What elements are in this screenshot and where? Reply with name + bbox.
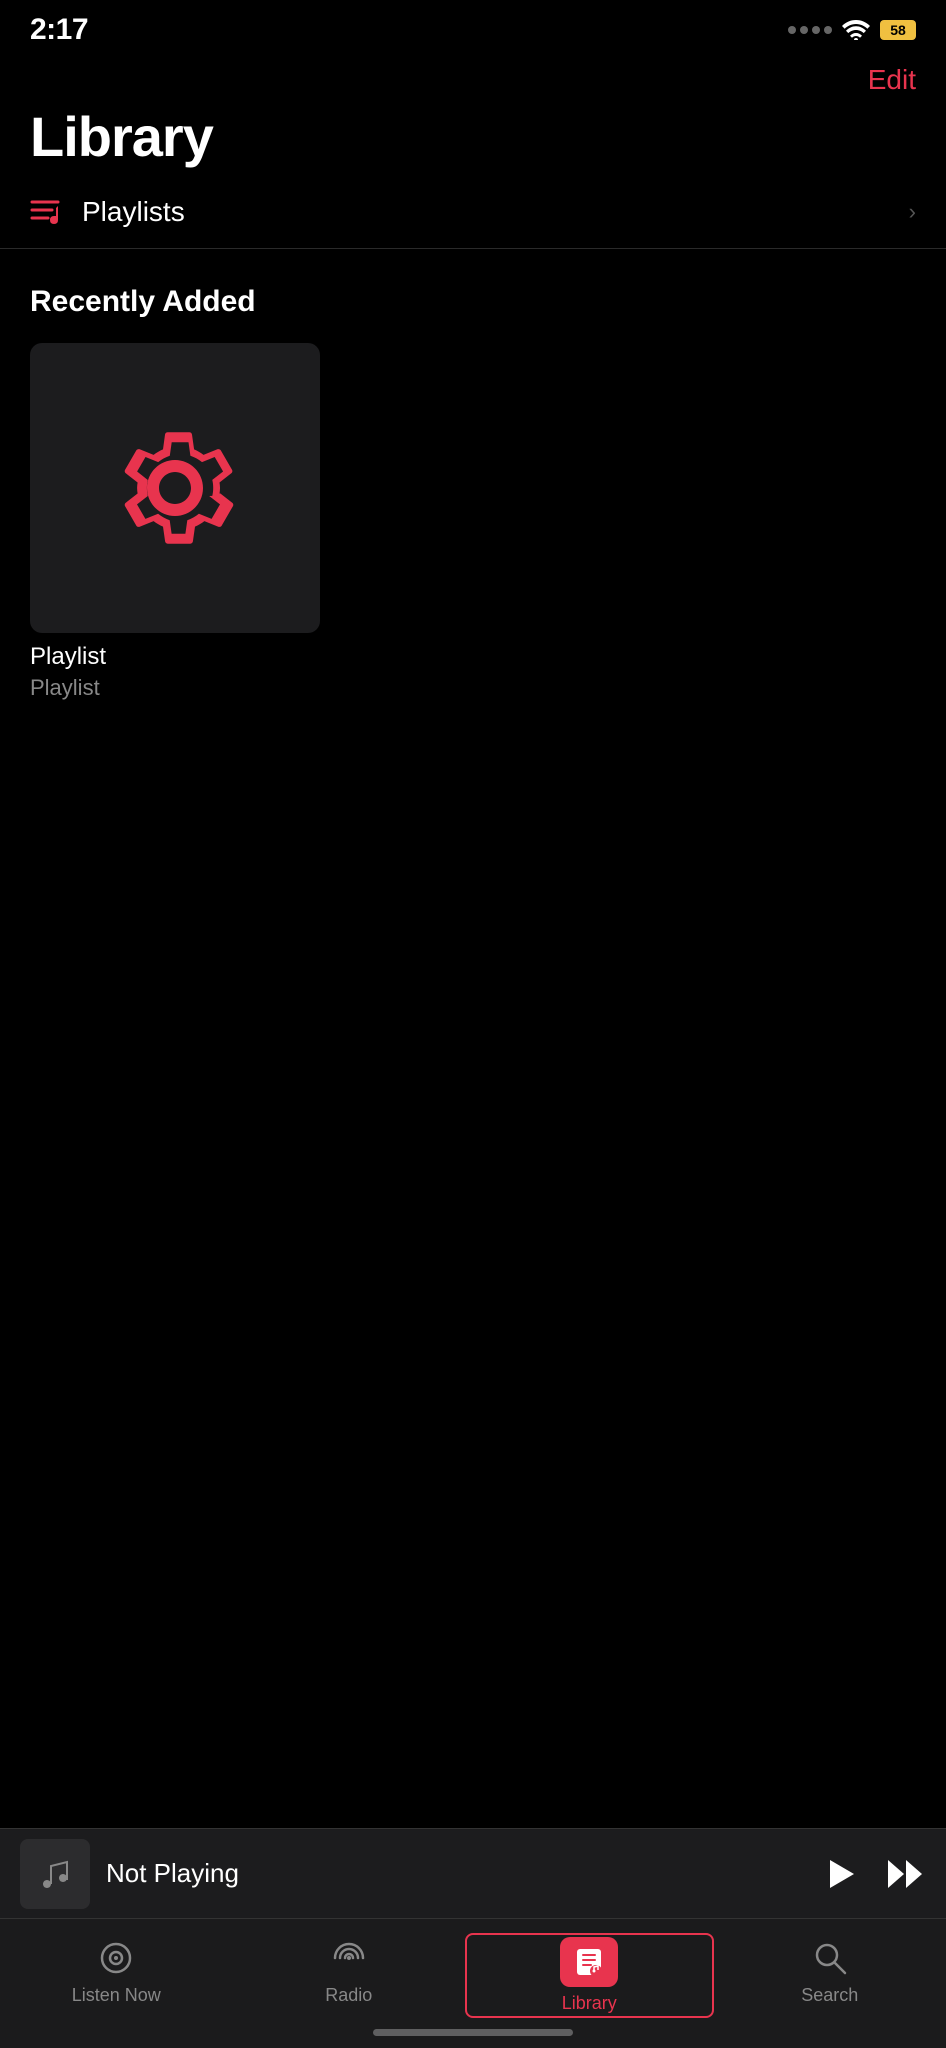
mini-player[interactable]: Not Playing: [0, 1828, 946, 1918]
album-subtitle: Playlist: [30, 675, 320, 701]
fast-forward-icon: [886, 1856, 926, 1892]
tab-radio[interactable]: Radio: [233, 1933, 466, 2006]
tab-listen-now-label: Listen Now: [72, 1985, 161, 2006]
header-area: Edit: [0, 54, 946, 96]
playlists-row[interactable]: Playlists ›: [0, 168, 946, 249]
tab-library-label: Library: [562, 1993, 617, 2014]
tab-search[interactable]: Search: [714, 1933, 946, 2006]
wifi-icon: [842, 20, 870, 40]
library-icon: [573, 1945, 605, 1979]
mini-player-art: [20, 1839, 90, 1909]
gear-icon: [100, 413, 250, 563]
tab-listen-now[interactable]: Listen Now: [0, 1933, 233, 2006]
play-icon: [822, 1856, 858, 1892]
play-button[interactable]: [822, 1856, 858, 1892]
page-title: Library: [0, 96, 946, 168]
status-time: 2:17: [30, 13, 88, 47]
tab-library[interactable]: Library: [465, 1933, 714, 2018]
radio-icon-wrap: [324, 1937, 374, 1979]
mini-player-title: Not Playing: [106, 1858, 806, 1889]
status-icons: 58: [788, 20, 916, 40]
playlists-left: Playlists: [30, 196, 185, 228]
fast-forward-button[interactable]: [886, 1856, 926, 1892]
album-item[interactable]: Playlist Playlist: [30, 343, 320, 701]
search-icon-wrap: [805, 1937, 855, 1979]
recently-added-title: Recently Added: [0, 249, 946, 343]
search-icon: [812, 1940, 848, 1976]
battery-indicator: 58: [880, 20, 916, 40]
signal-icon: [788, 26, 832, 34]
listen-now-icon-wrap: [91, 1937, 141, 1979]
chevron-right-icon: ›: [909, 199, 916, 225]
playlists-label: Playlists: [82, 196, 185, 228]
recently-added-grid: Playlist Playlist: [0, 343, 946, 701]
playlists-icon: [30, 198, 66, 226]
album-art: [30, 343, 320, 633]
album-title: Playlist: [30, 643, 320, 671]
library-icon-wrap: [560, 1937, 618, 1987]
music-note-icon: [37, 1856, 73, 1892]
mini-player-controls: [822, 1856, 926, 1892]
listen-now-icon: [96, 1940, 136, 1976]
status-bar: 2:17 58: [0, 0, 946, 54]
radio-icon: [327, 1940, 371, 1976]
tab-radio-label: Radio: [325, 1985, 372, 2006]
home-indicator: [373, 2029, 573, 2036]
edit-button[interactable]: Edit: [868, 64, 916, 96]
tab-search-label: Search: [801, 1985, 858, 2006]
